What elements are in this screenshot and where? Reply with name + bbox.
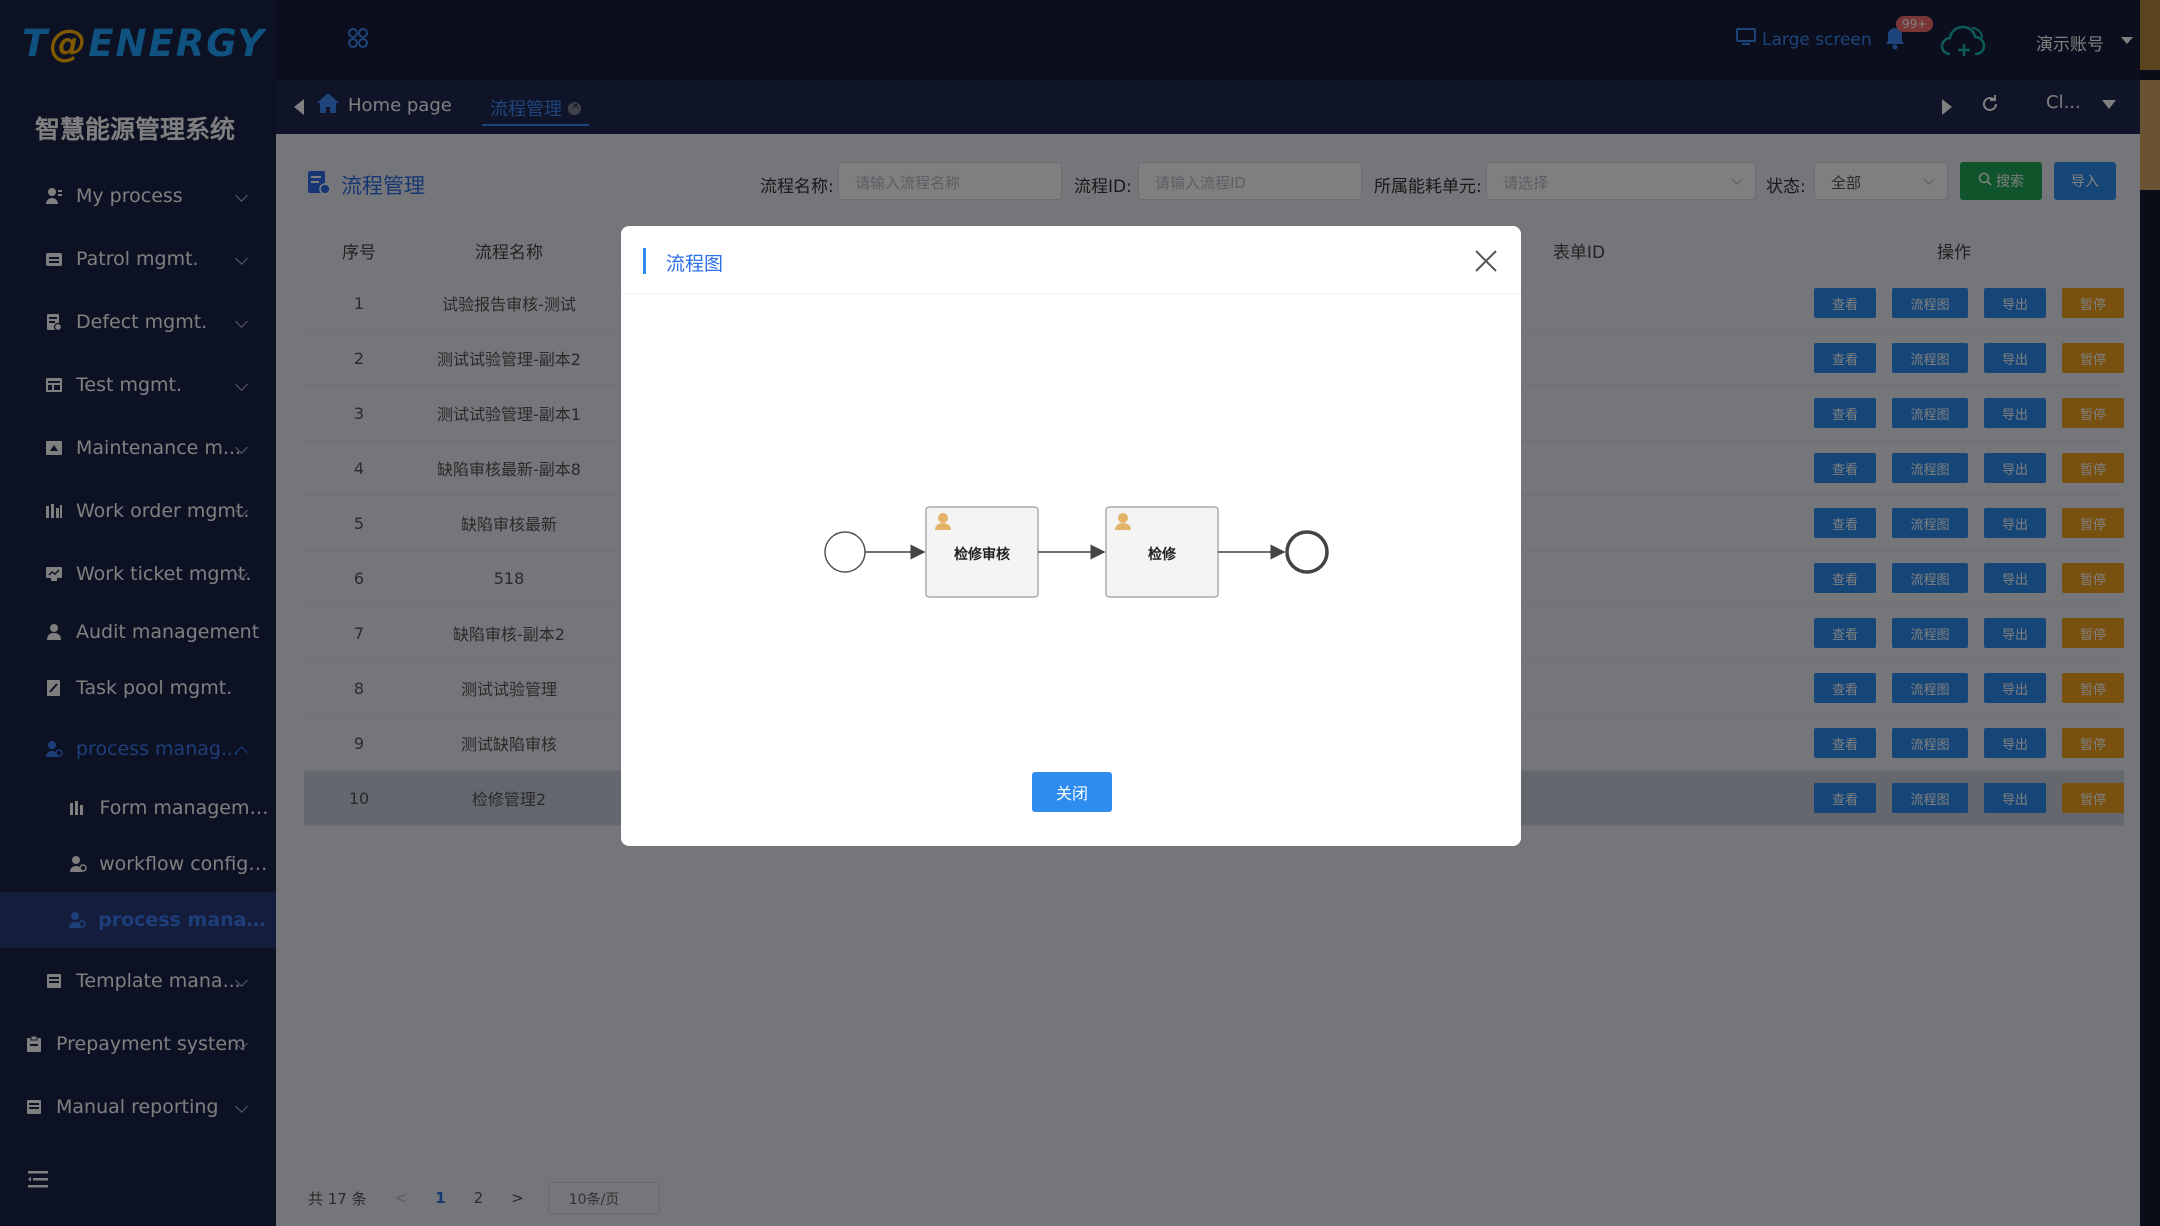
- task-repair-review[interactable]: 检修审核: [925, 506, 1039, 598]
- flow-diagram: 检修审核 检修: [824, 506, 1329, 598]
- task-1-label: 检修审核: [954, 546, 1010, 563]
- dialog-title: 流程图: [666, 253, 724, 275]
- task-repair[interactable]: 检修: [1105, 506, 1219, 598]
- dialog-header: 流程图: [621, 226, 1521, 294]
- end-event[interactable]: [1285, 530, 1329, 574]
- start-event[interactable]: [824, 531, 866, 573]
- task-2-label: 检修: [1148, 546, 1177, 563]
- close-icon[interactable]: [1473, 248, 1499, 278]
- title-accent-bar: [643, 248, 646, 274]
- flow-diagram-dialog: 流程图 检修审核 检修 关闭: [621, 226, 1521, 846]
- close-button[interactable]: 关闭: [1032, 772, 1112, 812]
